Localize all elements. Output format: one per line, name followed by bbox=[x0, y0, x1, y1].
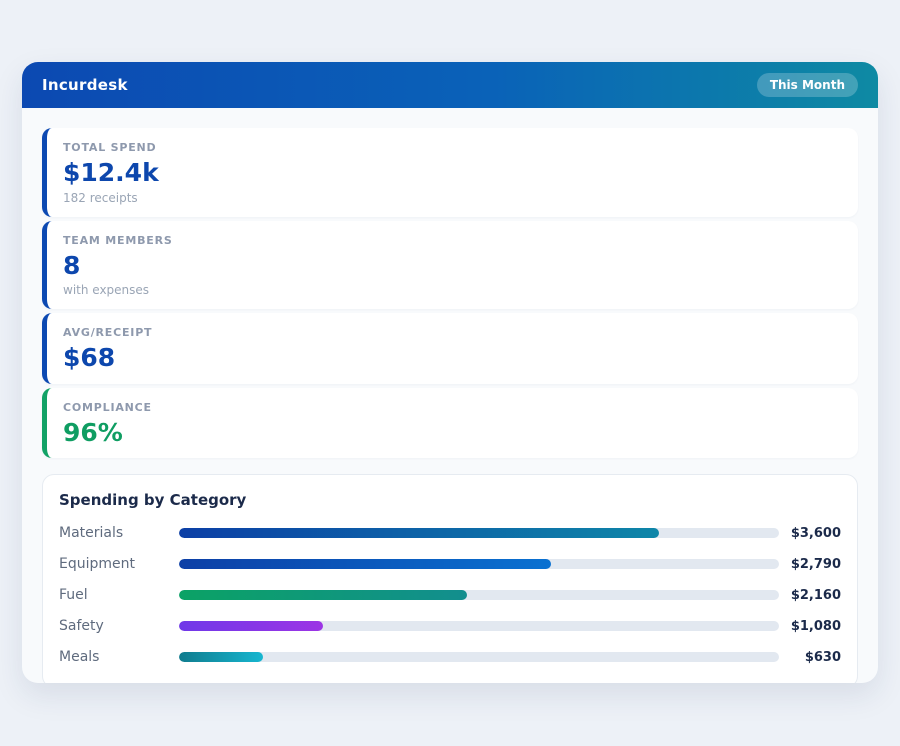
stat-card-total-spend: TOTAL SPEND $12.4k 182 receipts bbox=[42, 128, 858, 217]
spending-row-meals: Meals $630 bbox=[59, 649, 841, 665]
bar-track bbox=[179, 559, 779, 569]
stat-card-team-members: TEAM MEMBERS 8 with expenses bbox=[42, 220, 858, 309]
stat-value: 8 bbox=[63, 250, 81, 280]
bar-fill bbox=[179, 621, 323, 631]
bar-track bbox=[179, 590, 779, 600]
stat-value: 96% bbox=[63, 417, 123, 447]
bar-fill bbox=[179, 652, 263, 662]
stat-label: COMPLIANCE bbox=[63, 400, 152, 414]
stat-subtext: 182 receipts bbox=[63, 190, 138, 205]
spending-row-safety: Safety $1,080 bbox=[59, 618, 841, 634]
stat-label: AVG/RECEIPT bbox=[63, 326, 153, 339]
category-label: Meals bbox=[59, 649, 100, 665]
spending-card-title: Spending by Category bbox=[59, 491, 247, 509]
category-label: Equipment bbox=[59, 556, 135, 572]
dashboard-panel: Incurdesk This Month TOTAL SPEND $12.4k … bbox=[22, 62, 878, 683]
bar-track bbox=[179, 621, 779, 631]
stat-label: TEAM MEMBERS bbox=[63, 233, 173, 247]
stat-subtext: with expenses bbox=[63, 283, 150, 297]
stat-card-compliance: COMPLIANCE 96% bbox=[42, 387, 858, 458]
spending-by-category-card: Spending by Category Materials $3,600 Eq… bbox=[42, 474, 858, 683]
category-value: $2,790 bbox=[790, 556, 841, 572]
stat-label: TOTAL SPEND bbox=[63, 141, 157, 154]
bar-fill bbox=[179, 590, 467, 600]
bar-fill bbox=[179, 559, 551, 569]
category-value: $2,160 bbox=[790, 587, 841, 603]
spending-row-equipment: Equipment $2,790 bbox=[59, 556, 841, 572]
stat-card-avg-receipt: AVG/RECEIPT $68 bbox=[42, 313, 858, 384]
category-label: Safety bbox=[59, 618, 104, 634]
category-label: Fuel bbox=[59, 587, 88, 603]
dashboard-body: TOTAL SPEND $12.4k 182 receipts TEAM MEM… bbox=[22, 108, 878, 683]
category-label: Materials bbox=[59, 525, 124, 541]
app-title: Incurdesk bbox=[42, 76, 128, 94]
bar-track bbox=[179, 652, 779, 662]
category-value: $1,080 bbox=[790, 618, 841, 634]
spending-row-fuel: Fuel $2,160 bbox=[59, 587, 841, 603]
spending-row-materials: Materials $3,600 bbox=[59, 525, 841, 541]
bar-track bbox=[179, 528, 779, 538]
app-header: Incurdesk This Month bbox=[22, 62, 878, 108]
period-badge[interactable]: This Month bbox=[756, 73, 858, 97]
category-value: $630 bbox=[804, 649, 841, 665]
category-value: $3,600 bbox=[790, 525, 841, 541]
stat-value: $68 bbox=[63, 343, 116, 372]
stat-value: $12.4k bbox=[63, 158, 159, 187]
bar-fill bbox=[179, 528, 659, 538]
